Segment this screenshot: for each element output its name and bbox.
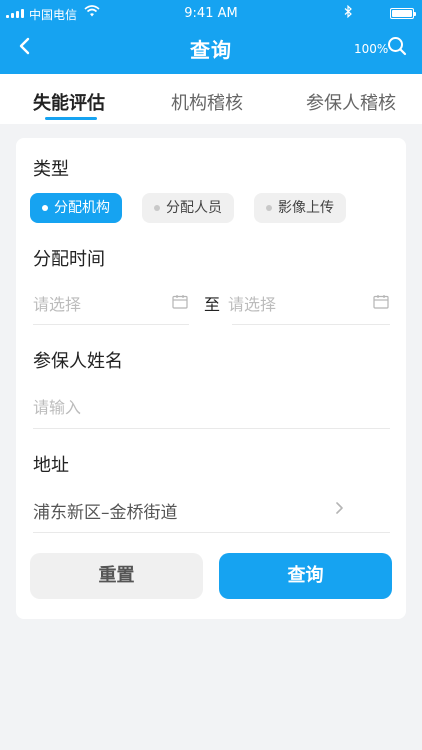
active-tab-indicator [45,117,97,120]
type-label: 类型 [33,159,69,180]
tab-disability-assessment[interactable]: 失能评估 [33,89,105,115]
tab-institution-audit[interactable]: 机构稽核 [171,89,243,115]
chip-image-upload[interactable]: 影像上传 [254,193,346,223]
address-label: 地址 [33,455,69,476]
query-button[interactable]: 查询 [219,553,392,599]
name-underline [33,428,390,429]
chip-label: 分配人员 [166,200,222,216]
search-icon[interactable] [387,36,407,56]
end-date-input[interactable]: 请选择 [228,291,276,315]
zoom-level: 100% [354,42,389,56]
app-header: 中国电信 9:41 AM 查询 100% [0,0,422,74]
reset-button[interactable]: 重置 [30,553,203,599]
chip-label: 影像上传 [278,200,334,216]
address-selector[interactable]: 浦东新区–金桥街道 [33,498,178,523]
insured-name-label: 参保人姓名 [33,351,123,372]
chip-label: 分配机构 [54,200,110,216]
chip-dot-icon [42,205,48,211]
chevron-right-icon[interactable] [334,500,346,516]
tab-bar: 失能评估 机构稽核 参保人稽核 [0,74,422,124]
calendar-icon[interactable] [172,294,188,309]
calendar-icon[interactable] [373,294,389,309]
chip-assign-staff[interactable]: 分配人员 [142,193,234,223]
chip-dot-icon [154,205,160,211]
start-date-input[interactable]: 请选择 [33,291,81,315]
filter-card: 类型 分配机构 分配人员 影像上传 分配时间 请选择 至 请选择 参保人姓名 请… [16,138,406,619]
start-date-underline [33,324,189,325]
insured-name-input[interactable]: 请输入 [33,394,81,418]
battery-icon [390,8,416,19]
end-date-underline [232,324,390,325]
bluetooth-icon [344,5,352,18]
tab-insured-audit[interactable]: 参保人稽核 [306,89,396,115]
date-range-separator: 至 [204,295,221,314]
status-time: 9:41 AM [184,6,238,21]
status-bar: 中国电信 9:41 AM [0,0,422,26]
chip-dot-icon [266,205,272,211]
chip-assign-institution[interactable]: 分配机构 [30,193,122,223]
assign-time-label: 分配时间 [33,249,105,270]
address-underline [33,532,390,533]
